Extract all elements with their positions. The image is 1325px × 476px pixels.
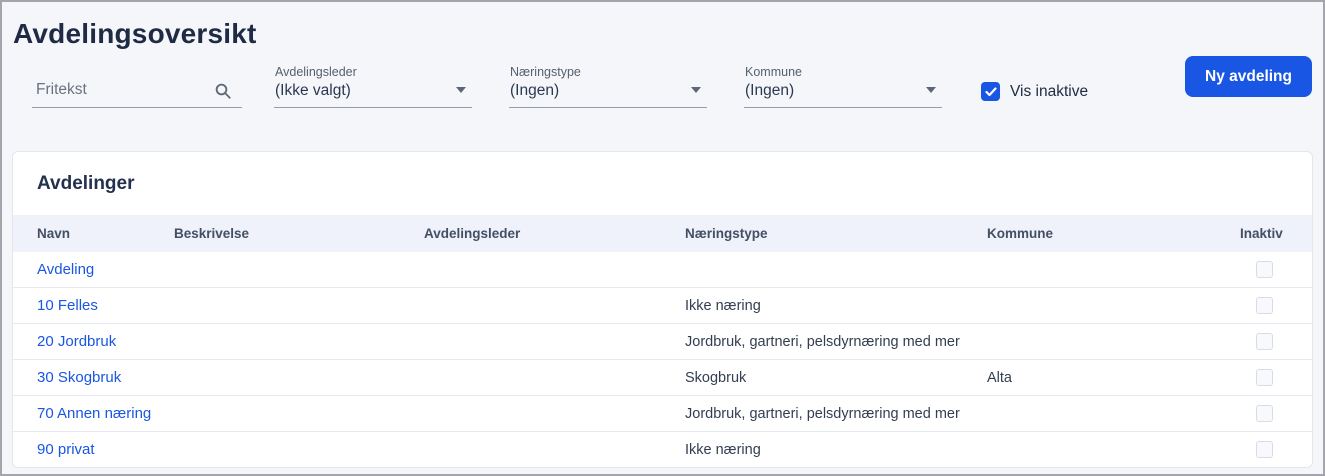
cell-beskrivelse xyxy=(174,432,424,468)
column-header-kommune: Kommune xyxy=(987,226,1054,241)
filter-bar: Avdelingsleder (Ikke valgt) Næringstype … xyxy=(2,56,1323,108)
cell-kommune xyxy=(987,288,1240,324)
cell-naeringstype: Skogbruk xyxy=(685,369,747,386)
chevron-down-icon xyxy=(456,87,466,93)
cell-kommune xyxy=(987,324,1240,360)
column-header-avdelingsleder: Avdelingsleder xyxy=(424,226,521,241)
card-title: Avdelinger xyxy=(37,173,135,194)
new-department-button[interactable]: Ny avdeling xyxy=(1185,56,1312,97)
department-link[interactable]: 90 privat xyxy=(37,441,95,458)
cell-beskrivelse xyxy=(174,324,424,360)
kommune-select-control[interactable]: (Ingen) xyxy=(744,82,942,108)
cell-naeringstype: Jordbruk, gartneri, pelsdyrnæring med me… xyxy=(685,333,960,350)
column-header-beskrivelse: Beskrivelse xyxy=(174,226,250,241)
vis-inaktive-checkbox[interactable] xyxy=(981,82,1000,101)
column-header-navn: Navn xyxy=(37,226,71,241)
cell-naeringstype: Jordbruk, gartneri, pelsdyrnæring med me… xyxy=(685,405,960,422)
inaktiv-checkbox[interactable] xyxy=(1255,297,1273,314)
inaktiv-checkbox[interactable] xyxy=(1255,369,1273,386)
cell-naeringstype: Ikke næring xyxy=(685,297,761,314)
table-row: 20 Jordbruk Jordbruk, gartneri, pelsdyrn… xyxy=(13,323,1312,360)
vis-inaktive-label: Vis inaktive xyxy=(1010,82,1089,100)
cell-beskrivelse xyxy=(174,396,424,432)
kommune-select[interactable]: Kommune (Ingen) xyxy=(744,65,942,108)
cell-avdelingsleder xyxy=(424,252,685,288)
department-link[interactable]: 20 Jordbruk xyxy=(37,333,116,350)
page-title: Avdelingsoversikt xyxy=(13,18,257,49)
kommune-select-value: (Ingen) xyxy=(745,82,795,99)
cell-avdelingsleder xyxy=(424,396,685,432)
vis-inaktive-group: Vis inaktive xyxy=(981,82,1088,101)
chevron-down-icon xyxy=(926,87,936,93)
fritekst-search-field xyxy=(32,77,242,108)
search-icon xyxy=(215,83,231,99)
column-header-naeringstype: Næringstype xyxy=(685,226,768,241)
inaktiv-checkbox[interactable] xyxy=(1255,333,1273,350)
checkmark-icon xyxy=(984,86,997,96)
inaktiv-checkbox[interactable] xyxy=(1255,441,1273,458)
cell-kommune xyxy=(987,432,1240,468)
table-row: Avdeling xyxy=(13,252,1312,288)
fritekst-input[interactable] xyxy=(32,77,242,107)
table-row: 10 Felles Ikke næring xyxy=(13,287,1312,324)
cell-kommune xyxy=(987,252,1240,288)
avdelingsleder-select-label: Avdelingsleder xyxy=(275,65,357,79)
departments-card: Avdelinger Navn Beskrivelse Avdelingsled… xyxy=(12,151,1313,468)
departments-table: Navn Beskrivelse Avdelingsleder Næringst… xyxy=(13,215,1312,467)
cell-kommune xyxy=(987,396,1240,432)
cell-avdelingsleder xyxy=(424,360,685,396)
naeringstype-select-label: Næringstype xyxy=(510,65,581,79)
naeringstype-select-control[interactable]: (Ingen) xyxy=(509,82,707,108)
avdelingsleder-select-control[interactable]: (Ikke valgt) xyxy=(274,82,472,108)
naeringstype-select-value: (Ingen) xyxy=(510,82,560,99)
avdelingsleder-select[interactable]: Avdelingsleder (Ikke valgt) xyxy=(274,65,472,108)
department-link[interactable]: 10 Felles xyxy=(37,297,98,314)
cell-kommune: Alta xyxy=(987,369,1012,386)
kommune-select-label: Kommune xyxy=(745,65,802,79)
cell-avdelingsleder xyxy=(424,432,685,468)
cell-beskrivelse xyxy=(174,360,424,396)
table-row: 30 Skogbruk Skogbruk Alta xyxy=(13,359,1312,396)
inaktiv-checkbox[interactable] xyxy=(1255,261,1273,278)
table-header-row: Navn Beskrivelse Avdelingsleder Næringst… xyxy=(13,215,1312,252)
cell-avdelingsleder xyxy=(424,324,685,360)
naeringstype-select[interactable]: Næringstype (Ingen) xyxy=(509,65,707,108)
cell-naeringstype xyxy=(685,252,987,288)
department-link[interactable]: 70 Annen næring xyxy=(37,405,151,422)
table-row: 70 Annen næring Jordbruk, gartneri, pels… xyxy=(13,395,1312,432)
cell-naeringstype: Ikke næring xyxy=(685,441,761,458)
inaktiv-checkbox[interactable] xyxy=(1255,405,1273,422)
cell-avdelingsleder xyxy=(424,288,685,324)
column-header-inaktiv: Inaktiv xyxy=(1240,226,1283,241)
cell-beskrivelse xyxy=(174,288,424,324)
cell-beskrivelse xyxy=(174,252,424,288)
department-link[interactable]: Avdeling xyxy=(37,261,94,278)
avdelingsleder-select-value: (Ikke valgt) xyxy=(275,82,351,99)
table-row: 90 privat Ikke næring xyxy=(13,431,1312,468)
department-link[interactable]: 30 Skogbruk xyxy=(37,369,121,386)
chevron-down-icon xyxy=(691,87,701,93)
